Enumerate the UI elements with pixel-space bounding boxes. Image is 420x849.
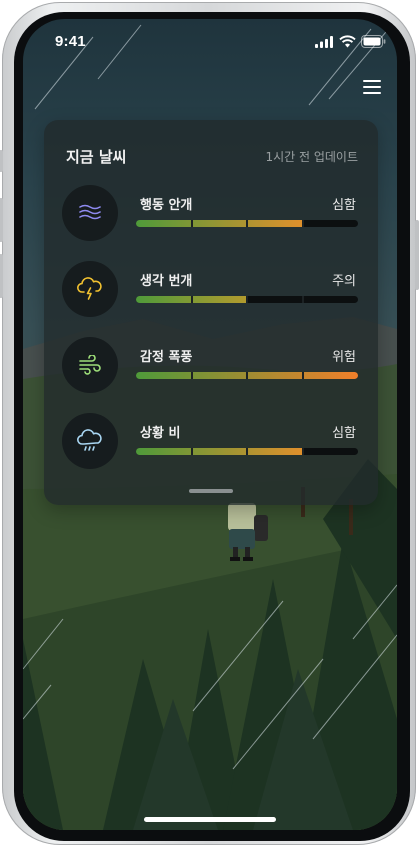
weather-row-fog[interactable]: 행동 안개 심함 [62,185,358,243]
weather-row-wind[interactable]: 감정 폭풍 위험 [62,337,358,395]
weather-label: 감정 폭풍 [140,350,193,365]
home-indicator[interactable] [144,817,276,822]
weather-label: 행동 안개 [140,198,193,213]
severity-bar-fill [136,448,303,455]
severity-bar [136,220,358,227]
hamburger-menu-icon-line [363,86,381,88]
cellular-signal-icon [315,36,333,48]
severity-level: 위험 [332,350,356,365]
app-screen: 9:41 지금 날씨 1시간 전 업데이트 행동 안개 심함 생각 번개 주의 … [23,19,397,830]
fog-icon [62,185,118,241]
battery-icon [361,35,386,48]
weather-label: 상황 비 [140,426,181,441]
weather-card: 지금 날씨 1시간 전 업데이트 행동 안개 심함 생각 번개 주의 감정 폭풍… [44,120,378,505]
severity-level: 심함 [332,426,356,441]
wind-icon [62,337,118,393]
wifi-icon [339,35,356,48]
weather-row-rain[interactable]: 상황 비 심함 [62,413,358,471]
severity-bar [136,372,358,379]
severity-level: 심함 [332,198,356,213]
update-timestamp: 1시간 전 업데이트 [265,150,358,164]
status-bar: 9:41 [23,19,397,63]
side-button-mute [0,150,3,172]
weather-row-thunder[interactable]: 생각 번개 주의 [62,261,358,319]
rain-cloud-icon [62,413,118,469]
thunder-cloud-icon [62,261,118,317]
menu-button[interactable] [359,77,385,99]
card-title: 지금 날씨 [66,148,127,166]
weather-label: 생각 번개 [140,274,193,289]
severity-bar [136,296,358,303]
severity-bar [136,448,358,455]
status-time: 9:41 [55,33,86,50]
hamburger-menu-icon-line [363,80,381,82]
drag-handle[interactable] [189,489,233,493]
side-button-volume-up [0,198,3,242]
hamburger-menu-icon-line [363,92,381,94]
side-button-volume-down [0,254,3,298]
severity-level: 주의 [332,274,356,289]
side-button-power [415,220,419,290]
severity-bar-fill [136,220,303,227]
